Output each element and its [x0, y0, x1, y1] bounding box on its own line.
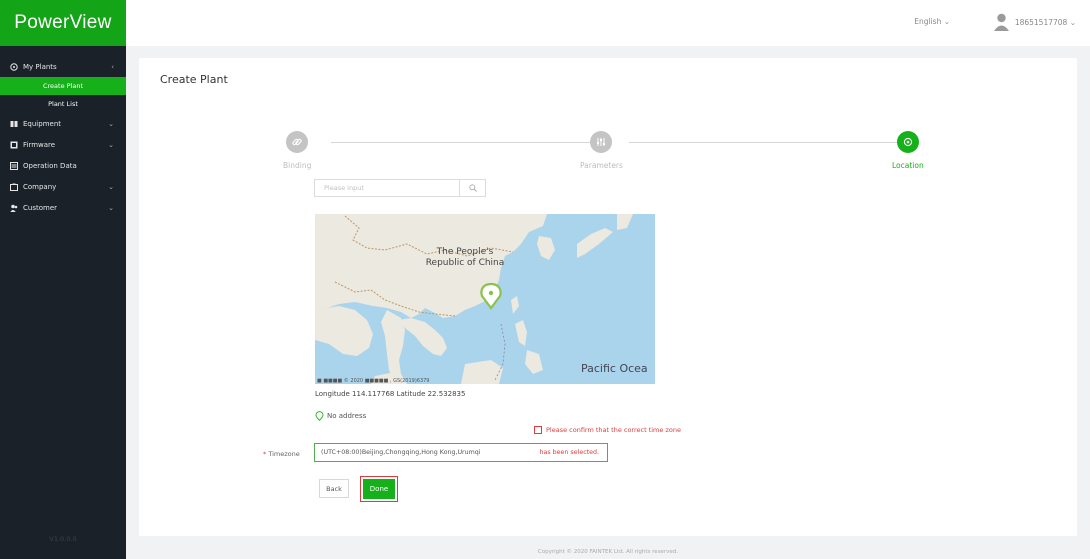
sidebar-item-label: Company: [23, 182, 57, 191]
timezone-label: * Timezone: [263, 450, 300, 458]
back-button[interactable]: Back: [319, 479, 349, 498]
location-map[interactable]: The People's Republic of China Pacific O…: [315, 214, 655, 384]
step-label: Parameters: [580, 161, 623, 170]
footer-copyright: Copyright © 2020 FAINTEK Ltd. All rights…: [537, 549, 679, 555]
chevron-down-icon: ⌄: [108, 203, 114, 212]
confirm-checkbox[interactable]: [534, 426, 542, 434]
coordinates-text: Longitude 114.117768 Latitude 22.532835: [315, 390, 466, 398]
location-pin-icon: [903, 137, 913, 147]
user-menu[interactable]: 18651517708 ⌄: [993, 13, 1076, 31]
chevron-down-icon: ⌄: [108, 140, 114, 149]
app-logo[interactable]: PowerView: [0, 0, 126, 46]
sidebar-item-label: My Plants: [23, 62, 57, 71]
chevron-down-icon: ⌄: [108, 119, 114, 128]
avatar: [993, 13, 1009, 31]
map-label-country: Republic of China: [426, 258, 505, 268]
timezone-confirm[interactable]: Please confirm that the correct time zon…: [534, 426, 681, 434]
step-circle: [896, 131, 919, 153]
address-line: No address: [315, 411, 366, 421]
page-title: Create Plant: [160, 73, 228, 86]
chevron-down-icon: ⌄: [108, 182, 114, 191]
address-text: No address: [327, 412, 367, 420]
done-button[interactable]: Done: [363, 479, 395, 499]
step-parameters: Parameters: [580, 131, 623, 170]
firmware-icon: [9, 140, 18, 149]
app-version: V1.0.0.0: [49, 535, 77, 543]
location-search: [314, 179, 486, 197]
step-location: Location: [892, 131, 924, 170]
sidebar-item-label: Operation Data: [23, 161, 77, 170]
sidebar-subitem-plant-list[interactable]: Plant List: [0, 95, 126, 113]
timezone-note: has been selected.: [539, 449, 599, 456]
step-circle: [286, 131, 309, 153]
sidebar-subitem-create-plant[interactable]: Create Plant: [0, 77, 126, 95]
link-icon: [292, 138, 302, 146]
company-icon: [9, 182, 18, 191]
sidebar-item-operation-data[interactable]: Operation Data: [0, 155, 126, 176]
chevron-left-icon: ‹: [111, 62, 114, 71]
customer-icon: [9, 203, 18, 212]
search-button[interactable]: [459, 180, 485, 196]
step-connector: [629, 142, 902, 143]
search-input[interactable]: [315, 180, 459, 196]
plant-icon: [9, 62, 18, 71]
sliders-icon: [597, 138, 606, 146]
top-header: English ⌄ 18651517708 ⌄: [126, 0, 1090, 46]
language-selector[interactable]: English ⌄: [914, 17, 950, 26]
sidebar: PowerView My Plants ‹ Create Plant Plant…: [0, 0, 126, 559]
step-binding: Binding: [283, 131, 311, 170]
sidebar-item-label: Firmware: [23, 140, 56, 149]
sidebar-item-firmware[interactable]: Firmware ⌄: [0, 134, 126, 155]
required-mark: *: [263, 450, 267, 458]
timezone-select[interactable]: (UTC+08:00)Beijing,Chongqing,Hong Kong,U…: [314, 443, 608, 462]
username: 18651517708 ⌄: [1014, 17, 1076, 27]
data-icon: [9, 161, 18, 170]
timezone-label-text: Timezone: [268, 450, 300, 458]
sidebar-item-label: Customer: [23, 203, 58, 212]
sidebar-item-customer[interactable]: Customer ⌄: [0, 197, 126, 218]
map-label-country: The People's: [436, 247, 494, 257]
step-connector: [331, 142, 592, 143]
sidebar-item-equipment[interactable]: Equipment ⌄: [0, 113, 126, 134]
map-label-ocean: Pacific Ocea: [581, 362, 648, 375]
equipment-icon: [9, 119, 18, 128]
sidebar-item-my-plants[interactable]: My Plants ‹: [0, 56, 126, 77]
done-button-highlight: Done: [360, 476, 398, 502]
step-label: Location: [892, 161, 924, 170]
create-plant-card: Create Plant Binding Parameters Location…: [139, 58, 1077, 536]
sidebar-item-company[interactable]: Company ⌄: [0, 176, 126, 197]
step-circle: [590, 131, 613, 153]
map-attribution: ■ ■■■■ © 2020 ■■■■■ , GS(2019)6379: [317, 377, 430, 384]
sidebar-item-label: Equipment: [23, 119, 61, 128]
confirm-text: Please confirm that the correct time zon…: [546, 426, 681, 434]
timezone-value: (UTC+08:00)Beijing,Chongqing,Hong Kong,U…: [321, 449, 481, 456]
search-icon: [468, 184, 477, 192]
step-label: Binding: [283, 161, 312, 170]
location-outline-icon: [315, 411, 324, 421]
